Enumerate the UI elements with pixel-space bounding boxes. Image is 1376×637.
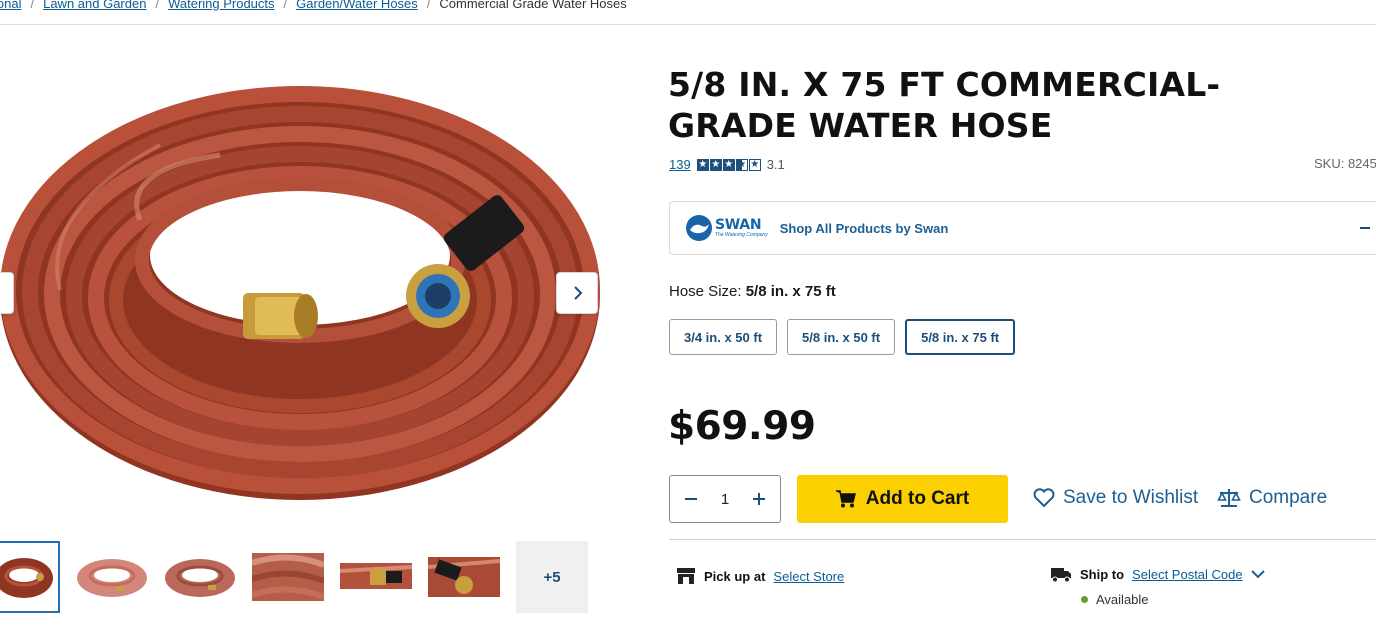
- size-option-selected[interactable]: 5/8 in. x 75 ft: [905, 319, 1016, 355]
- ship-option: Ship to Select Postal Code: [1050, 565, 1265, 583]
- thumbnail-image[interactable]: [0, 541, 60, 613]
- thumbnail-image[interactable]: [76, 541, 148, 613]
- quantity-value[interactable]: 1: [721, 491, 729, 508]
- ship-label: Ship to: [1080, 566, 1125, 582]
- star-empty-icon: ★: [748, 158, 761, 171]
- star-full-icon: ★: [696, 158, 709, 171]
- add-to-cart-label: Add to Cart: [865, 488, 970, 509]
- thumbnail-image[interactable]: [164, 541, 236, 613]
- breadcrumb-link-garden-water-hoses[interactable]: Garden/Water Hoses: [296, 0, 418, 11]
- plus-icon: [753, 493, 765, 505]
- breadcrumb-separator: /: [30, 0, 35, 11]
- shop-brand-link[interactable]: Shop All Products by Swan: [780, 221, 949, 236]
- brand-logo-tagline: The Watering Company: [715, 232, 768, 238]
- thumbnail-image[interactable]: [252, 541, 324, 613]
- star-half-icon: ★: [735, 158, 748, 171]
- section-divider: [669, 539, 1376, 540]
- product-title: 5/8 in. x 75 ft Commercial-Grade Water H…: [668, 65, 1221, 145]
- breadcrumb-link-watering-products[interactable]: Watering Products: [168, 0, 274, 11]
- product-main-image[interactable]: [0, 60, 610, 520]
- rating-summary: 139 ★ ★ ★ ★ ★ 3.1: [669, 157, 785, 172]
- heart-icon: [1033, 488, 1055, 508]
- header-divider: [0, 24, 1376, 25]
- next-image-button[interactable]: [556, 272, 598, 314]
- scale-icon: [1217, 489, 1241, 507]
- decrease-quantity-button[interactable]: [684, 488, 698, 510]
- selected-size-value: 5/8 in. x 75 ft: [745, 283, 836, 300]
- breadcrumb-link-lawn-and-garden[interactable]: Lawn and Garden: [43, 0, 146, 11]
- breadcrumb: ional / Lawn and Garden / Watering Produ…: [0, 0, 627, 12]
- review-count-link[interactable]: 139: [669, 157, 691, 172]
- available-status-dot-icon: [1081, 596, 1088, 603]
- previous-image-button[interactable]: [0, 272, 14, 314]
- thumbnail-image[interactable]: [340, 541, 412, 613]
- truck-icon: [1051, 568, 1071, 583]
- breadcrumb-separator: /: [283, 0, 288, 11]
- rating-value: 3.1: [766, 157, 785, 172]
- availability-status: Available: [1081, 592, 1149, 607]
- pickup-label: Pick up at: [704, 568, 766, 584]
- compare-label: Compare: [1249, 487, 1328, 508]
- size-label-text: Hose Size:: [669, 283, 742, 300]
- increase-quantity-button[interactable]: [752, 488, 766, 510]
- brand-panel[interactable]: SWAN The Watering Company Shop All Produ…: [669, 201, 1376, 255]
- star-rating: ★ ★ ★ ★ ★: [696, 158, 761, 171]
- minus-icon: [685, 498, 697, 500]
- wishlist-label: Save to Wishlist: [1063, 487, 1199, 508]
- size-options: 3/4 in. x 50 ft 5/8 in. x 50 ft 5/8 in. …: [669, 319, 1016, 355]
- save-to-wishlist-button[interactable]: Save to Wishlist: [1033, 487, 1198, 509]
- breadcrumb-separator: /: [426, 0, 431, 11]
- compare-button[interactable]: Compare: [1217, 487, 1327, 509]
- breadcrumb-link-previous[interactable]: ional: [0, 0, 21, 11]
- cart-icon: [835, 490, 856, 508]
- brand-logo: SWAN The Watering Company: [685, 214, 768, 242]
- breadcrumb-current: Commercial Grade Water Hoses: [439, 0, 627, 11]
- more-images-button[interactable]: +5: [516, 541, 588, 613]
- size-selector-label: Hose Size: 5/8 in. x 75 ft: [669, 283, 836, 300]
- star-full-icon: ★: [709, 158, 722, 171]
- availability-text: Available: [1096, 592, 1149, 607]
- star-full-icon: ★: [722, 158, 735, 171]
- size-option[interactable]: 3/4 in. x 50 ft: [669, 319, 778, 355]
- collapse-icon[interactable]: [1360, 227, 1370, 229]
- add-to-cart-button[interactable]: Add to Cart: [797, 475, 1008, 523]
- select-postal-code-link[interactable]: Select Postal Code: [1132, 567, 1243, 582]
- swan-logo-icon: [686, 215, 712, 241]
- pickup-option: Pick up at Select Store: [676, 567, 844, 585]
- product-price: $69.99: [668, 404, 816, 449]
- chevron-right-icon: [574, 286, 583, 300]
- chevron-down-icon[interactable]: [1250, 569, 1265, 579]
- size-option[interactable]: 5/8 in. x 50 ft: [787, 319, 896, 355]
- select-store-link[interactable]: Select Store: [773, 569, 844, 584]
- brand-logo-text: SWAN: [715, 217, 762, 233]
- sku-number: SKU: 8245: [1314, 156, 1376, 171]
- thumbnail-strip: +5: [0, 541, 588, 613]
- thumbnail-image[interactable]: [428, 541, 500, 613]
- quantity-stepper: 1: [669, 475, 781, 523]
- breadcrumb-separator: /: [155, 0, 160, 11]
- store-icon: [677, 568, 695, 584]
